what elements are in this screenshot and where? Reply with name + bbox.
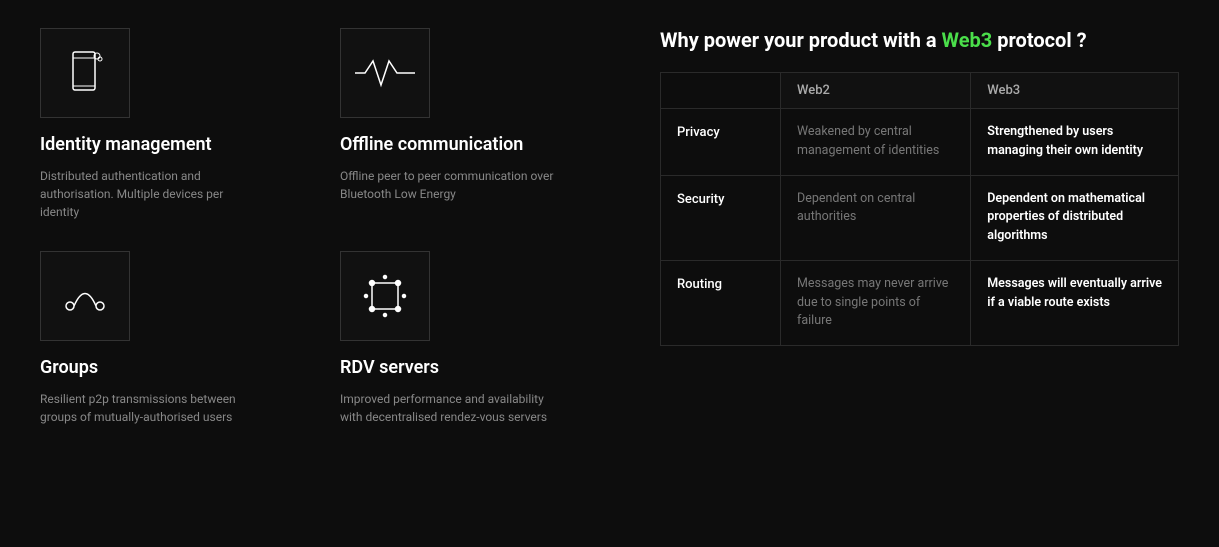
row-category: Privacy <box>661 109 781 176</box>
col-header-web2: Web2 <box>781 73 971 109</box>
feature-identity-management: Identity management Distributed authenti… <box>40 28 300 221</box>
row-web3: Messages will eventually arrive if a via… <box>971 260 1179 345</box>
feature-rdv-servers: RDV servers Improved performance and ava… <box>340 251 600 426</box>
comparison-title: Why power your product with a Web3 proto… <box>660 28 1179 52</box>
offline-communication-icon-box <box>340 28 430 118</box>
groups-icon-box <box>40 251 130 341</box>
features-grid: Identity management Distributed authenti… <box>40 28 600 426</box>
row-web2: Weakened by central management of identi… <box>781 109 971 176</box>
row-web3: Strengthened by users managing their own… <box>971 109 1179 176</box>
row-category: Security <box>661 175 781 260</box>
rdv-servers-title: RDV servers <box>340 357 600 378</box>
col-header-category <box>661 73 781 109</box>
feature-groups: Groups Resilient p2p transmissions betwe… <box>40 251 300 426</box>
rdv-servers-desc: Improved performance and availability wi… <box>340 390 560 426</box>
feature-offline-communication: Offline communication Offline peer to pe… <box>340 28 600 221</box>
title-prefix: Why power your product with a <box>660 28 942 52</box>
offline-communication-title: Offline communication <box>340 134 600 155</box>
identity-management-icon-box <box>40 28 130 118</box>
table-row: Security Dependent on central authoritie… <box>661 175 1179 260</box>
comparison-section: Why power your product with a Web3 proto… <box>600 28 1179 346</box>
comparison-table: Web2 Web3 Privacy Weakened by central ma… <box>660 72 1179 346</box>
comparison-tbody: Privacy Weakened by central management o… <box>661 109 1179 346</box>
row-web2: Messages may never arrive due to single … <box>781 260 971 345</box>
rdv-servers-icon-box <box>340 251 430 341</box>
table-row: Privacy Weakened by central management o… <box>661 109 1179 176</box>
offline-communication-desc: Offline peer to peer communication over … <box>340 167 560 203</box>
groups-title: Groups <box>40 357 300 378</box>
identity-management-title: Identity management <box>40 134 300 155</box>
row-web3: Dependent on mathematical properties of … <box>971 175 1179 260</box>
table-row: Routing Messages may never arrive due to… <box>661 260 1179 345</box>
row-web2: Dependent on central authorities <box>781 175 971 260</box>
row-category: Routing <box>661 260 781 345</box>
col-header-web3: Web3 <box>971 73 1179 109</box>
title-highlight: Web3 <box>942 28 993 52</box>
title-suffix: protocol ? <box>992 28 1086 52</box>
identity-management-desc: Distributed authentication and authorisa… <box>40 167 260 221</box>
groups-desc: Resilient p2p transmissions between grou… <box>40 390 260 426</box>
